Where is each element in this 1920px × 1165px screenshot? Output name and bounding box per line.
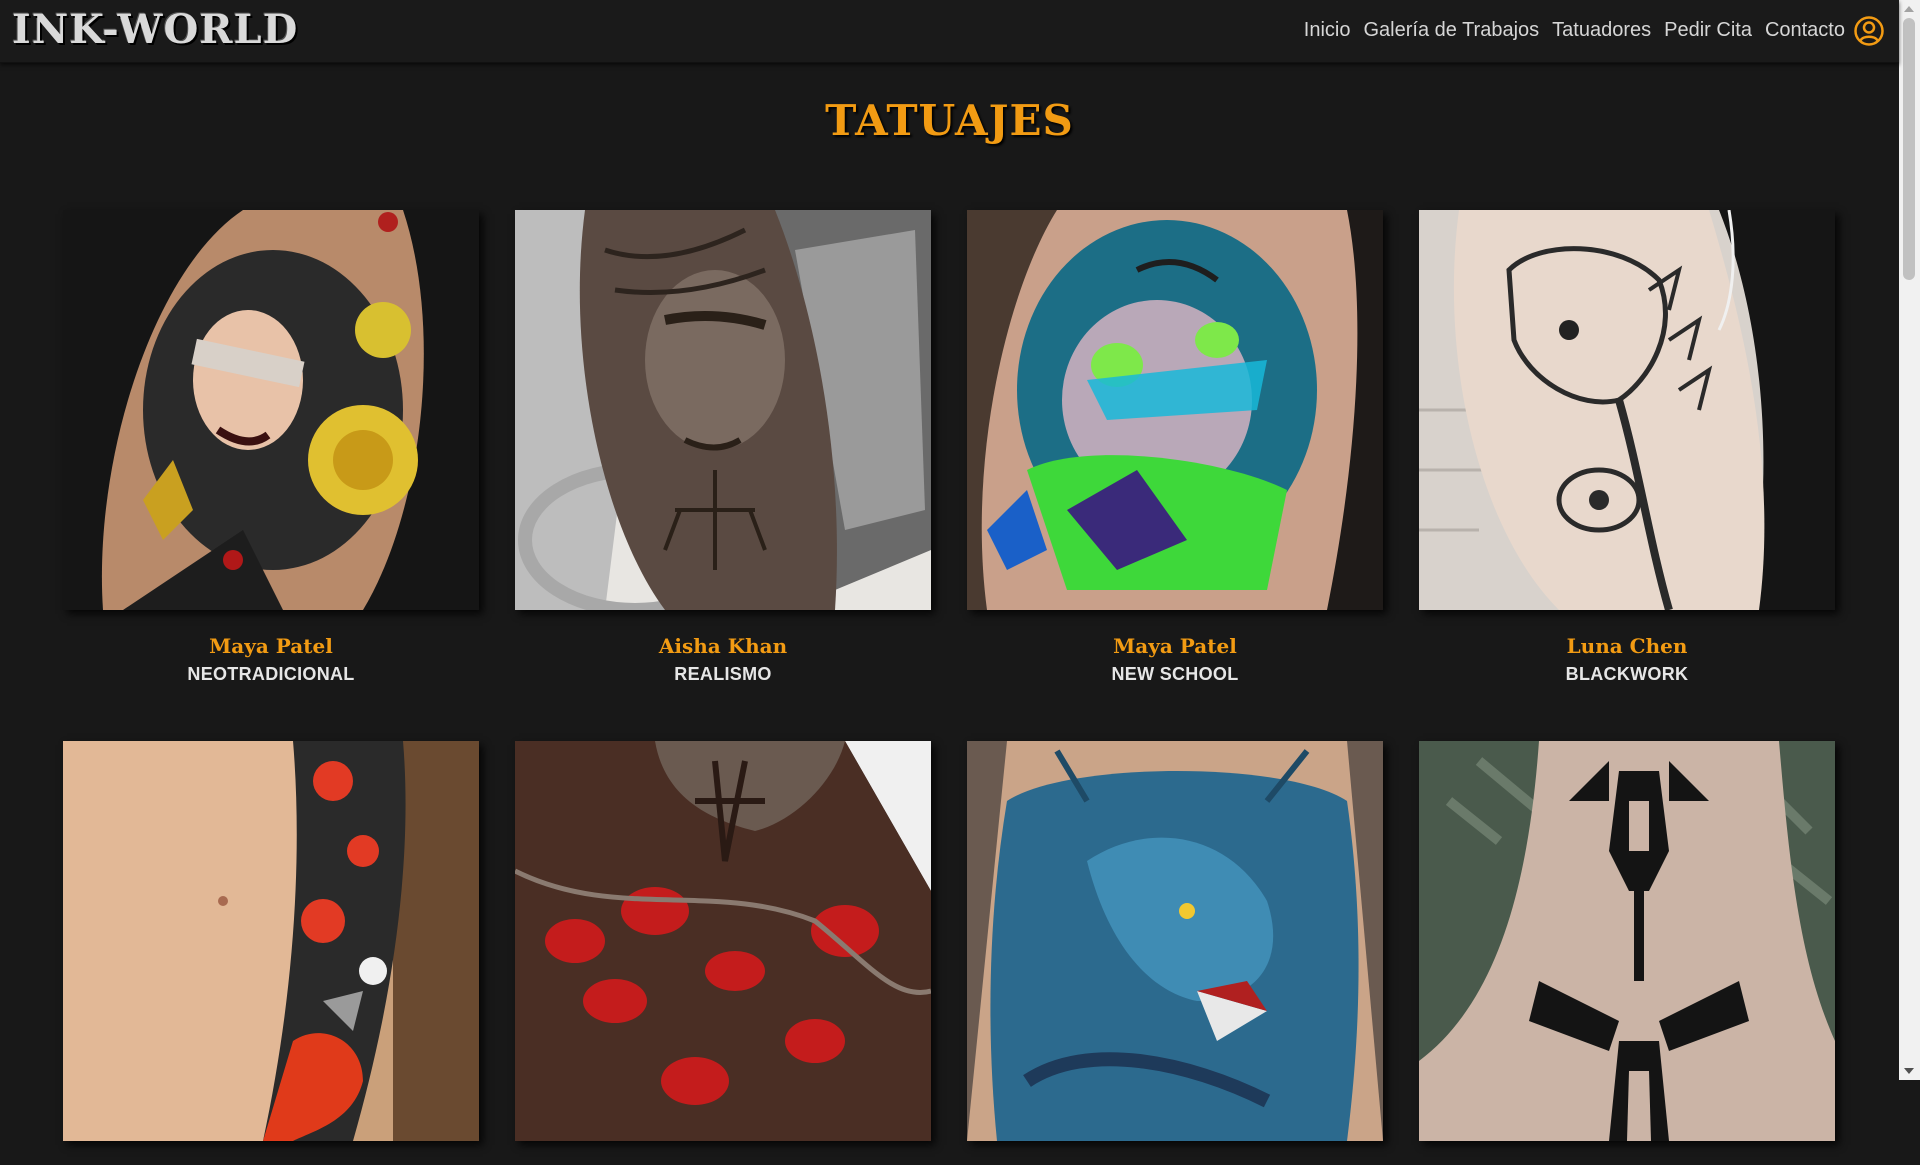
artist-name[interactable]: Aisha Khan <box>515 634 931 658</box>
tattoo-gallery: Maya Patel NEOTRADICIONAL Aisha Khan REA… <box>63 210 1835 1165</box>
scroll-up-arrow-icon[interactable] <box>1904 6 1914 12</box>
top-navbar: INK-WORLD Inicio Galería de Trabajos Tat… <box>0 0 1899 63</box>
user-circle-icon[interactable] <box>1853 15 1885 47</box>
tattoo-style: BLACKWORK <box>1565 664 1689 684</box>
tattoo-image-realism[interactable] <box>515 210 931 610</box>
nav-link-inicio[interactable]: Inicio <box>1304 18 1351 42</box>
artist-name[interactable]: Maya Patel <box>63 634 479 658</box>
tattoo-image-neotraditional[interactable] <box>63 210 479 610</box>
nav-link-tatuadores[interactable]: Tatuadores <box>1552 18 1651 42</box>
nav-link-galeria[interactable]: Galería de Trabajos <box>1364 18 1540 42</box>
tattoo-card[interactable]: Luna Chen BLACKWORK <box>1419 210 1835 685</box>
tattoo-card[interactable] <box>967 741 1383 1165</box>
page-title: TATUAJES <box>825 96 1074 145</box>
scroll-thumb[interactable] <box>1903 18 1915 280</box>
tattoo-style: REALISMO <box>674 664 772 684</box>
site-logo[interactable]: INK-WORLD <box>12 6 298 53</box>
scroll-down-arrow-icon[interactable] <box>1904 1068 1914 1074</box>
artist-name[interactable]: Luna Chen <box>1419 634 1835 658</box>
tattoo-image-chest-piece[interactable] <box>515 741 931 1141</box>
page-scrollbar[interactable] <box>1899 0 1920 1080</box>
tattoo-image-blackwork[interactable] <box>1419 210 1835 610</box>
tattoo-card[interactable] <box>63 741 479 1165</box>
tattoo-card[interactable] <box>515 741 931 1165</box>
tattoo-image-dragon[interactable] <box>967 741 1383 1141</box>
tattoo-style: NEW SCHOOL <box>1111 664 1239 684</box>
tattoo-card[interactable]: Maya Patel NEOTRADICIONAL <box>63 210 479 685</box>
artist-name[interactable]: Maya Patel <box>967 634 1383 658</box>
tattoo-card[interactable] <box>1419 741 1835 1165</box>
tattoo-image-japanese-sleeve[interactable] <box>63 741 479 1141</box>
tattoo-style: NEOTRADICIONAL <box>187 664 355 684</box>
main-nav: Inicio Galería de Trabajos Tatuadores Pe… <box>1304 18 1845 42</box>
nav-link-pedir-cita[interactable]: Pedir Cita <box>1664 18 1752 42</box>
nav-link-contacto[interactable]: Contacto <box>1765 18 1845 42</box>
tattoo-image-tribal-neck[interactable] <box>1419 741 1835 1141</box>
tattoo-card[interactable]: Maya Patel NEW SCHOOL <box>967 210 1383 685</box>
tattoo-image-new-school[interactable] <box>967 210 1383 610</box>
tattoo-card[interactable]: Aisha Khan REALISMO <box>515 210 931 685</box>
